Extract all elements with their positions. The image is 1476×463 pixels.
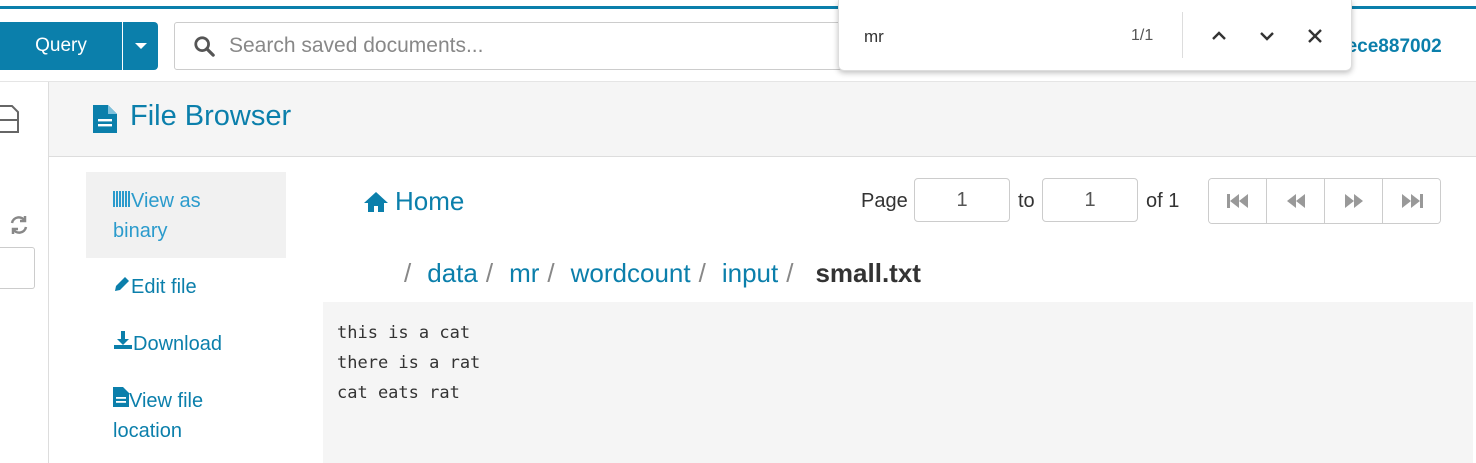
next-page-button[interactable] — [1325, 179, 1383, 223]
barcode-icon — [113, 191, 131, 207]
breadcrumb-link-mr[interactable]: mr — [509, 258, 539, 289]
page-count-label: of 1 — [1146, 190, 1180, 212]
breadcrumb: / data / mr / wordcount / input / small.… — [404, 258, 921, 289]
breadcrumb-link-input[interactable]: input — [722, 258, 778, 289]
pagination-buttons — [1208, 178, 1441, 224]
chevron-down-icon — [1260, 32, 1274, 41]
search-input[interactable] — [227, 33, 831, 59]
download-label: Download — [133, 333, 222, 355]
query-button-label: Query — [35, 35, 87, 56]
breadcrumb-link-data[interactable]: data — [427, 258, 478, 289]
last-page-button[interactable] — [1383, 179, 1440, 223]
download-icon — [114, 331, 132, 349]
file-icon — [113, 387, 129, 407]
breadcrumb-separator: / — [404, 258, 412, 288]
rewind-icon — [1286, 194, 1305, 208]
view-as-binary-link[interactable]: View as binary — [86, 172, 286, 258]
breadcrumb-separator: / — [698, 258, 706, 288]
breadcrumb-separator: / — [485, 258, 494, 288]
left-filter-input[interactable] — [0, 247, 35, 289]
chevron-up-icon — [1212, 31, 1226, 40]
first-page-icon — [1226, 194, 1248, 208]
find-close-button[interactable] — [1301, 22, 1329, 50]
page-title: File Browser — [130, 100, 292, 132]
find-previous-button[interactable] — [1205, 22, 1233, 50]
find-next-button[interactable] — [1253, 22, 1281, 50]
breadcrumb-separator: / — [786, 258, 794, 288]
file-content-panel: this is a cat there is a rat cat eats ra… — [323, 302, 1473, 463]
find-match-count: 1/1 — [1131, 27, 1154, 44]
first-page-button[interactable] — [1209, 179, 1267, 223]
breadcrumb-current-file: small.txt — [815, 258, 921, 288]
home-label: Home — [395, 186, 465, 216]
last-page-icon — [1401, 194, 1423, 208]
previous-page-button[interactable] — [1267, 179, 1325, 223]
breadcrumb-separator: / — [547, 258, 555, 288]
edit-file-label: Edit file — [131, 276, 197, 298]
file-text-icon — [93, 105, 117, 133]
refresh-icon[interactable] — [8, 214, 30, 236]
find-input[interactable]: mr — [864, 27, 884, 47]
query-dropdown-toggle[interactable] — [123, 22, 158, 70]
page-label: Page — [861, 190, 908, 212]
page-to-input[interactable] — [1042, 178, 1138, 222]
to-label: to — [1018, 190, 1035, 212]
search-icon — [194, 36, 215, 57]
pencil-icon — [115, 277, 129, 291]
file-content-text: this is a cat there is a rat cat eats ra… — [337, 323, 481, 403]
home-link[interactable]: Home — [363, 186, 464, 217]
caret-down-icon — [134, 43, 147, 49]
view-file-location-link[interactable]: View file location — [86, 386, 286, 446]
search-box[interactable] — [174, 22, 876, 70]
document-icon[interactable] — [0, 104, 20, 134]
close-icon — [1308, 29, 1322, 43]
find-divider — [1182, 12, 1183, 58]
breadcrumb-link-wordcount[interactable]: wordcount — [571, 258, 691, 289]
edit-file-link[interactable]: Edit file — [86, 272, 286, 302]
home-icon — [364, 191, 388, 212]
download-link[interactable]: Download — [86, 329, 286, 359]
find-in-page-bar: mr 1/1 — [838, 0, 1352, 71]
page-from-input[interactable] — [914, 178, 1010, 222]
fast-forward-icon — [1344, 194, 1363, 208]
query-button[interactable]: Query — [0, 22, 122, 70]
